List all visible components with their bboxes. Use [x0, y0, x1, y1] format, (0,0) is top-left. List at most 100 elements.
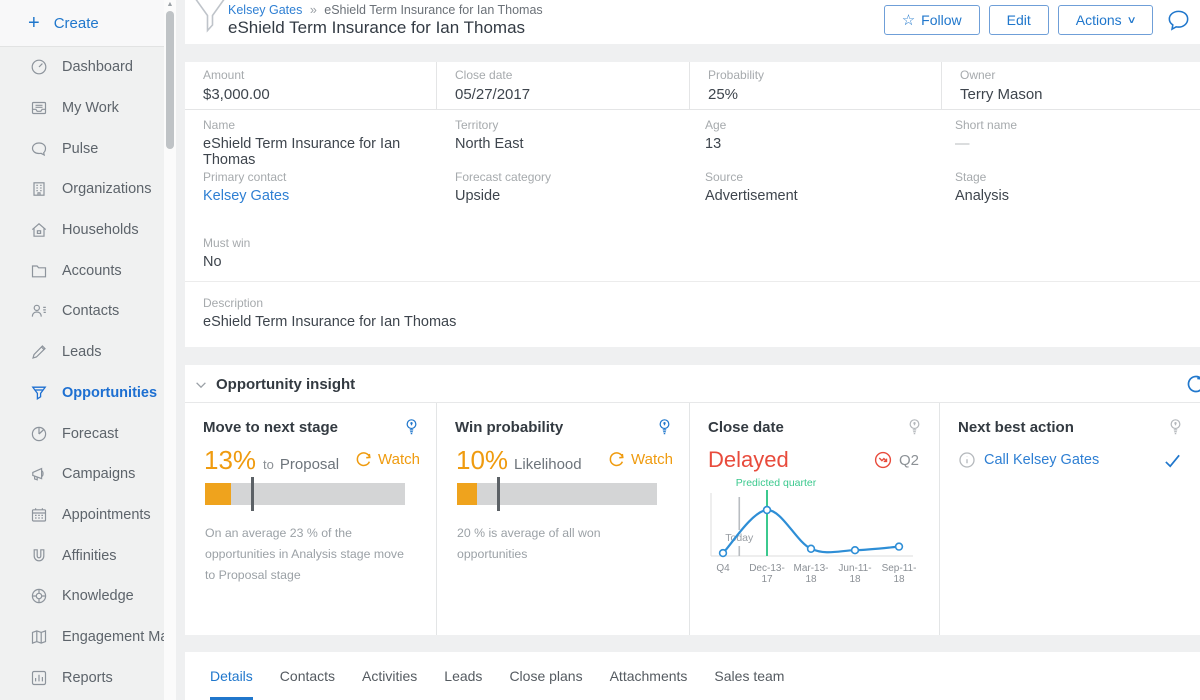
stage-probability-value: 13%	[204, 445, 256, 476]
sidebar-item-leads[interactable]: Leads	[0, 332, 164, 373]
insight-cards: Move to next stage 13% to Proposal Watch…	[185, 403, 1200, 635]
section-title: Opportunity insight	[216, 376, 355, 393]
map-icon	[30, 628, 48, 646]
sidebar-gutter	[176, 0, 185, 700]
sidebar-item-affinities[interactable]: Affinities	[0, 535, 164, 576]
tab-close-plans[interactable]: Close plans	[509, 652, 582, 700]
insight-card-win-probability: Win probability 10% Likelihood Watch 20 …	[437, 403, 690, 635]
tab-leads[interactable]: Leads	[444, 652, 482, 700]
sidebar: + Create Dashboard My Work Pulse Organiz…	[0, 0, 164, 700]
refresh-icon[interactable]	[1185, 373, 1200, 400]
progress-marker	[251, 477, 254, 511]
spacer	[185, 347, 1200, 365]
field-primary-contact: Primary contact Kelsey Gates	[203, 170, 438, 204]
edit-button[interactable]: Edit	[989, 5, 1049, 35]
svg-text:17: 17	[761, 574, 773, 585]
close-date-status: Delayed	[708, 447, 789, 473]
svg-text:Jun-11-: Jun-11-	[838, 563, 871, 574]
card-title: Win probability	[455, 419, 563, 436]
sidebar-item-label: Appointments	[62, 507, 151, 523]
tab-sales-team[interactable]: Sales team	[714, 652, 784, 700]
pencil-icon	[30, 343, 48, 361]
sidebar-item-label: Accounts	[62, 263, 122, 279]
sidebar-item-appointments[interactable]: Appointments	[0, 495, 164, 536]
follow-button[interactable]: ☆ Follow	[884, 5, 980, 35]
record-details-card: Amount $3,000.00 Close date 05/27/2017 P…	[185, 62, 1200, 347]
main-content: Kelsey Gates » eShield Term Insurance fo…	[185, 0, 1200, 700]
card-description: On an average 23 % of the opportunities …	[205, 523, 413, 586]
tab-details[interactable]: Details	[210, 652, 253, 700]
quarter-label: Q2	[899, 452, 919, 469]
complete-check-icon[interactable]	[1163, 451, 1182, 475]
sidebar-item-organizations[interactable]: Organizations	[0, 169, 164, 210]
field-probability: Probability 25%	[690, 62, 942, 109]
watch-button[interactable]: Watch	[354, 450, 420, 469]
bar-chart-icon	[30, 669, 48, 687]
insight-card-move-to-next-stage: Move to next stage 13% to Proposal Watch…	[185, 403, 437, 635]
next-best-action-row: Call Kelsey Gates	[958, 451, 1099, 469]
chevron-down-icon: ∨	[1126, 15, 1136, 26]
actions-button[interactable]: Actions ∨	[1058, 5, 1153, 35]
page-title: eShield Term Insurance for Ian Thomas	[228, 18, 525, 38]
field-short-name: Short name —	[955, 118, 1190, 152]
spacer	[185, 44, 1200, 62]
sidebar-item-label: Knowledge	[62, 588, 134, 604]
scrollbar-thumb[interactable]	[166, 11, 174, 149]
sidebar-item-households[interactable]: Households	[0, 210, 164, 251]
field-age: Age 13	[705, 118, 940, 152]
spacer	[185, 635, 1200, 652]
progress-fill	[457, 483, 477, 505]
plus-icon: +	[28, 13, 40, 33]
sidebar-item-knowledge[interactable]: Knowledge	[0, 576, 164, 617]
sidebar-item-label: Campaigns	[62, 466, 135, 482]
field-owner: Owner Terry Mason	[942, 62, 1200, 109]
card-value-row: 10% Likelihood Watch	[456, 445, 673, 476]
win-probability-value: 10%	[456, 445, 508, 476]
field-amount: Amount $3,000.00	[185, 62, 437, 109]
sidebar-item-label: My Work	[62, 100, 119, 116]
field-description: Description eShield Term Insurance for I…	[203, 296, 1103, 330]
sidebar-scrollbar[interactable]: ▲	[164, 0, 176, 700]
target-stage: Proposal	[280, 456, 339, 473]
predicted-quarter: Q2	[873, 450, 919, 470]
breadcrumb-separator-icon: »	[310, 3, 317, 17]
call-contact-link[interactable]: Call Kelsey Gates	[984, 452, 1099, 468]
info-icon	[958, 451, 976, 469]
page-header: Kelsey Gates » eShield Term Insurance fo…	[185, 0, 1200, 44]
opportunity-funnel-icon	[192, 0, 228, 48]
tab-contacts[interactable]: Contacts	[280, 652, 335, 700]
svg-text:Mar-13-: Mar-13-	[793, 563, 828, 574]
svg-text:Sep-11-: Sep-11-	[882, 563, 917, 574]
sidebar-item-label: Engagement Map	[62, 629, 176, 645]
field-territory: Territory North East	[455, 118, 690, 152]
sidebar-item-campaigns[interactable]: Campaigns	[0, 454, 164, 495]
sidebar-item-dashboard[interactable]: Dashboard	[0, 47, 164, 88]
sidebar-item-accounts[interactable]: Accounts	[0, 250, 164, 291]
sidebar-item-pulse[interactable]: Pulse	[0, 128, 164, 169]
sidebar-item-forecast[interactable]: Forecast	[0, 413, 164, 454]
sidebar-item-contacts[interactable]: Contacts	[0, 291, 164, 332]
collapse-chevron-icon[interactable]	[194, 378, 208, 397]
create-label: Create	[54, 15, 99, 32]
header-actions: ☆ Follow Edit Actions ∨	[884, 5, 1153, 35]
svg-text:Dec-13-: Dec-13-	[749, 563, 785, 574]
sidebar-item-label: Pulse	[62, 141, 98, 157]
breadcrumb-link[interactable]: Kelsey Gates	[228, 3, 302, 17]
sidebar-item-opportunities[interactable]: Opportunities	[0, 373, 164, 414]
lightbulb-icon	[403, 417, 420, 442]
sidebar-item-reports[interactable]: Reports	[0, 657, 164, 698]
tab-activities[interactable]: Activities	[362, 652, 417, 700]
scroll-up-arrow[interactable]: ▲	[164, 0, 176, 10]
sidebar-item-my-work[interactable]: My Work	[0, 88, 164, 129]
create-button[interactable]: + Create	[0, 0, 164, 47]
star-icon: ☆	[902, 11, 915, 29]
breadcrumb: Kelsey Gates » eShield Term Insurance fo…	[228, 3, 543, 17]
primary-contact-link[interactable]: Kelsey Gates	[203, 188, 438, 204]
card-description: 20 % is average of all won opportunities	[457, 523, 665, 565]
sidebar-item-engagement-map[interactable]: Engagement Map	[0, 617, 164, 658]
lightbulb-icon	[1167, 417, 1184, 442]
watch-button[interactable]: Watch	[607, 450, 673, 469]
chat-bubble-icon[interactable]	[1165, 7, 1192, 39]
tab-attachments[interactable]: Attachments	[610, 652, 688, 700]
close-date-chart: TodayPredicted quarterQ4Dec-13-17Mar-13-…	[698, 477, 926, 589]
